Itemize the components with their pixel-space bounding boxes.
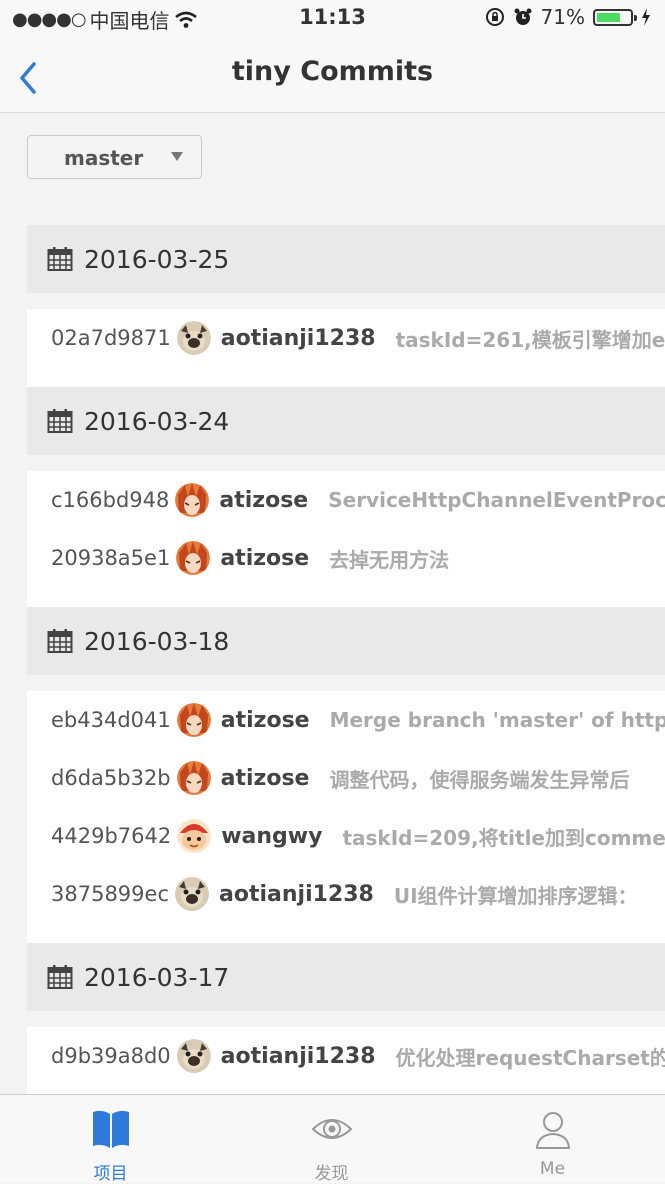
commit-row[interactable]: d6da5b32b atizose 调整代码，使得服务端发生异常后 [27,749,665,807]
calendar-icon [47,629,73,653]
eye-icon [311,1119,352,1139]
commit-group: 2016-03-18 eb434d041 atizose Merge branc… [27,607,665,943]
battery-level [597,12,620,22]
calendar-icon [47,965,73,989]
navigation-bar: tiny Commits [0,38,665,113]
commit-row[interactable]: d9b39a8d0 aotianji1238 优化处理requestCharse… [27,1027,665,1085]
commit-message: ServiceHttpChannelEventProce [328,488,665,512]
commit-message: 调整代码，使得服务端发生异常后 [329,767,630,792]
commit-date: 2016-03-24 [84,407,230,436]
avatar [176,703,211,737]
rotation-lock-icon [485,8,504,26]
avatar [176,541,211,575]
commit-row[interactable]: 4429b7642 wangwy taskId=209,将title加到comm… [27,807,665,865]
book-icon [92,1110,129,1148]
branch-select[interactable]: master [27,135,202,179]
tab-bar: 项目 发现 Me [0,1094,665,1184]
commit-message: taskId=209,将title加到comme [342,825,665,850]
tab-label: 发现 [314,1164,349,1184]
commit-author: atizose [219,487,309,513]
commit-author: atizose [220,545,310,571]
commit-message: 去掉无用方法 [329,547,450,572]
tab-projects[interactable]: 项目 [0,1095,221,1184]
page-title: tiny Commits [231,56,434,87]
status-bar: ●●●●○ 中国电信 11:13 71% [0,0,665,38]
alarm-icon [514,8,532,25]
commit-sha: 02a7d9871 [51,326,171,350]
commit-date: 2016-03-18 [84,627,230,656]
status-right: 71% [485,5,651,29]
avatar [176,321,211,355]
commits-content[interactable]: master 2016-03-25 02a7d9871 aotianji1238… [0,113,665,1095]
calendar-icon [47,409,73,433]
battery-tip [634,14,637,21]
avatar [175,483,210,517]
commit-sha: d9b39a8d0 [51,1044,171,1068]
commit-sha: d6da5b32b [51,766,171,790]
commit-date: 2016-03-17 [84,963,230,992]
commit-sha: 20938a5e1 [51,546,171,570]
commit-author: atizose [220,765,310,791]
tab-label: Me [539,1159,566,1179]
commit-message: UI组件计算增加排序逻辑： [393,883,638,908]
avatar [175,877,209,911]
commit-list: d9b39a8d0 aotianji1238 优化处理requestCharse… [27,1027,665,1095]
commit-message: 优化处理requestCharset的 [395,1045,665,1070]
person-icon [535,1112,570,1149]
commit-row[interactable]: eb434d041 atizose Merge branch 'master' … [27,691,665,749]
avatar [176,761,211,795]
commit-author: wangwy [221,823,323,849]
commit-date: 2016-03-25 [84,245,230,274]
calendar-icon [47,247,73,271]
commit-message: taskId=261,模板引擎增加ex [395,327,665,352]
commit-author: atizose [220,707,310,733]
caret-down-icon [171,152,183,161]
commit-message: Merge branch 'master' of https [329,708,665,732]
battery-icon [593,8,637,26]
commit-group: 2016-03-24 c166bd948 atizose ServiceHttp… [27,387,665,607]
commit-sha: c166bd948 [51,488,170,512]
avatar [177,819,212,853]
commit-groups: 2016-03-25 02a7d9871 aotianji1238 taskId… [27,225,665,1095]
branch-selected-value: master [64,146,144,170]
commit-sha: eb434d041 [51,708,171,732]
commit-list: eb434d041 atizose Merge branch 'master' … [27,691,665,943]
battery-percent: 71% [540,5,585,29]
commit-group: 2016-03-25 02a7d9871 aotianji1238 taskId… [27,225,665,387]
commit-row[interactable]: 20938a5e1 atizose 去掉无用方法 [27,529,665,587]
commit-sha: 4429b7642 [51,824,172,848]
commit-author: aotianji1238 [219,881,374,907]
date-header: 2016-03-18 [27,607,665,675]
tab-me[interactable]: Me [442,1095,663,1183]
charging-icon [642,8,650,26]
commit-author: aotianji1238 [220,1043,376,1069]
date-header: 2016-03-25 [27,225,665,293]
date-header: 2016-03-17 [27,943,665,1011]
date-header: 2016-03-24 [27,387,665,455]
commit-author: aotianji1238 [220,325,376,351]
commit-list: 02a7d9871 aotianji1238 taskId=261,模板引擎增加… [27,309,665,387]
commit-list: c166bd948 atizose ServiceHttpChannelEven… [27,471,665,607]
commit-row[interactable]: 02a7d9871 aotianji1238 taskId=261,模板引擎增加… [27,309,665,367]
tab-discover[interactable]: 发现 [221,1095,442,1184]
commit-group: 2016-03-17 d9b39a8d0 aotianji1238 优化处理re… [27,943,665,1095]
commit-row[interactable]: c166bd948 atizose ServiceHttpChannelEven… [27,471,665,529]
tab-label: 项目 [93,1164,128,1184]
avatar [176,1039,211,1073]
commit-row[interactable]: 3875899ec aotianji1238 UI组件计算增加排序逻辑： [27,865,665,923]
commit-sha: 3875899ec [51,882,169,906]
